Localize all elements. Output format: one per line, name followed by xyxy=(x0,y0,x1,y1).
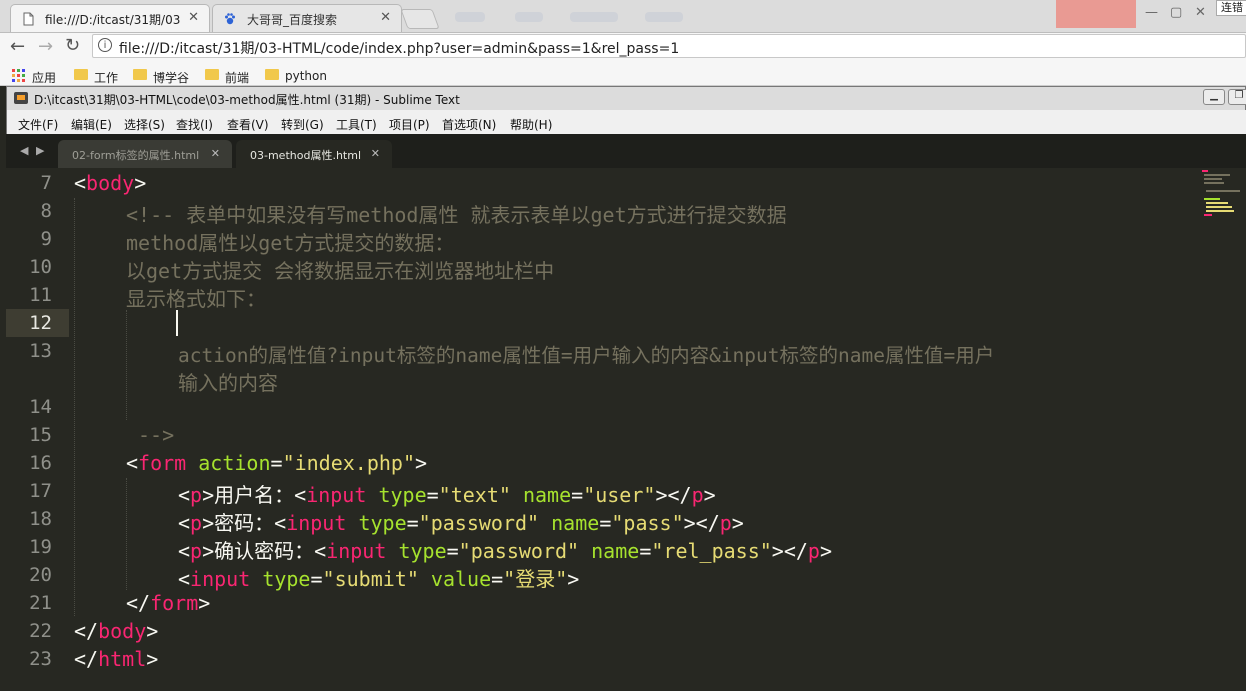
restore-icon[interactable]: ❐ xyxy=(1228,89,1246,105)
code-line-17: <p>用户名：<input type="text" name="user"></… xyxy=(178,483,716,507)
menu-help[interactable]: 帮助(H) xyxy=(510,116,552,133)
bookmarks-bar: 应用 工作 博学谷 前端 python xyxy=(0,63,1246,86)
line-number: 17 xyxy=(29,480,52,502)
bookmark-folder[interactable]: python xyxy=(265,69,327,83)
back-arrow-icon[interactable]: ← xyxy=(10,36,25,57)
code-line-19: <p>确认密码：<input type="password" name="rel… xyxy=(178,539,832,563)
line-number: 15 xyxy=(29,424,52,446)
line-number-current: 12 xyxy=(29,312,52,334)
corner-label: 连错 xyxy=(1216,0,1246,16)
apps-grid-icon xyxy=(12,69,26,83)
window-title: D:\itcast\31期\03-HTML\code\03-method属性.h… xyxy=(34,93,460,107)
menu-project[interactable]: 项目(P) xyxy=(389,116,430,133)
tab-scroll-right-icon[interactable]: ▶ xyxy=(36,144,44,157)
bookmark-folder[interactable]: 工作 xyxy=(74,69,118,85)
menu-selection[interactable]: 选择(S) xyxy=(124,116,165,133)
minimize-icon[interactable]: ▁ xyxy=(1203,89,1225,105)
menu-view[interactable]: 查看(V) xyxy=(227,116,269,133)
menu-tools[interactable]: 工具(T) xyxy=(336,116,377,133)
user-badge[interactable] xyxy=(1056,0,1136,28)
folder-icon xyxy=(265,69,279,80)
code-line-21: </form> xyxy=(126,591,211,615)
line-number: 19 xyxy=(29,536,52,558)
code-line-10: 以get方式提交 会将数据显示在浏览器地址栏中 xyxy=(126,259,555,283)
maximize-icon[interactable]: ▢ xyxy=(1170,5,1182,20)
close-tab-icon[interactable]: ✕ xyxy=(188,10,199,25)
editor-tab-form-attrs[interactable]: 02-form标签的属性.html ✕ xyxy=(58,140,232,168)
editor-tab-method[interactable]: 03-method属性.html ✕ xyxy=(236,140,392,168)
line-number: 8 xyxy=(40,200,52,222)
line-number: 13 xyxy=(29,340,52,362)
line-number: 11 xyxy=(29,284,52,306)
code-line-23: </html> xyxy=(74,647,159,671)
line-number: 10 xyxy=(29,256,52,278)
close-tab-icon[interactable]: ✕ xyxy=(380,10,391,25)
code-line-16: <form action="index.php"> xyxy=(126,451,428,475)
menu-goto[interactable]: 转到(G) xyxy=(281,116,324,133)
forward-arrow-icon[interactable]: → xyxy=(38,36,53,57)
line-number: 22 xyxy=(29,620,52,642)
editor-tab-label: 03-method属性.html xyxy=(250,149,361,162)
blurred-region xyxy=(515,12,543,22)
line-number: 20 xyxy=(29,564,52,586)
folder-icon xyxy=(74,69,88,80)
bookmark-folder[interactable]: 博学谷 xyxy=(133,69,189,85)
code-line-13-wrap: 输入的内容 xyxy=(178,371,278,395)
code-line-9: method属性以get方式提交的数据： xyxy=(126,231,455,255)
indent-guide xyxy=(126,478,127,590)
reload-icon[interactable]: ↻ xyxy=(65,35,80,56)
bookmark-apps[interactable]: 应用 xyxy=(12,69,56,85)
bookmark-folder[interactable]: 前端 xyxy=(205,69,249,85)
line-number: 16 xyxy=(29,452,52,474)
new-tab-button[interactable] xyxy=(400,9,440,29)
code-line-7: <body> xyxy=(74,171,147,195)
blurred-region xyxy=(570,12,618,22)
indent-guide xyxy=(74,198,75,616)
menu-edit[interactable]: 编辑(E) xyxy=(71,116,112,133)
line-number: 7 xyxy=(40,172,52,194)
blurred-region xyxy=(645,12,683,22)
browser-tab-baidu[interactable]: 大哥哥_百度搜索 ✕ xyxy=(212,4,402,32)
code-line-11: 显示格式如下： xyxy=(126,287,266,311)
file-icon xyxy=(23,12,34,26)
menu-file[interactable]: 文件(F) xyxy=(18,116,58,133)
code-line-18: <p>密码：<input type="password" name="pass"… xyxy=(178,511,744,535)
text-cursor xyxy=(176,310,178,336)
editor-tab-label: 02-form标签的属性.html xyxy=(72,149,200,162)
close-tab-icon[interactable]: ✕ xyxy=(371,147,380,160)
code-line-15: --> xyxy=(138,423,175,447)
folder-icon xyxy=(133,69,147,80)
code-line-8: <!-- 表单中如果没有写method属性 就表示表单以get方式进行提交数据 xyxy=(126,203,787,227)
url-text: file:///D:/itcast/31期/03-HTML/code/index… xyxy=(119,41,680,57)
menu-find[interactable]: 查找(I) xyxy=(176,116,213,133)
tab-scroll-left-icon[interactable]: ◀ xyxy=(20,144,28,157)
browser-tab-title: file:///D:/itcast/31期/03 xyxy=(45,13,181,27)
line-number: 9 xyxy=(40,228,52,250)
line-number: 18 xyxy=(29,508,52,530)
info-icon[interactable]: i xyxy=(98,38,112,52)
line-number: 21 xyxy=(29,592,52,614)
browser-tab-file[interactable]: file:///D:/itcast/31期/03 ✕ xyxy=(10,4,210,32)
blurred-region xyxy=(455,12,485,22)
line-number: 23 xyxy=(29,648,52,670)
folder-icon xyxy=(205,69,219,80)
code-line-20: <input type="submit" value="登录"> xyxy=(178,567,580,591)
baidu-paw-icon xyxy=(225,13,235,25)
browser-tab-title: 大哥哥_百度搜索 xyxy=(247,13,338,27)
sublime-logo-icon xyxy=(14,92,28,104)
menu-preferences[interactable]: 首选项(N) xyxy=(442,116,496,133)
line-number: 14 xyxy=(29,396,52,418)
minimap[interactable] xyxy=(1202,168,1246,220)
code-line-22: </body> xyxy=(74,619,159,643)
indent-guide xyxy=(126,310,127,420)
code-line-13: action的属性值?input标签的name属性值=用户输入的内容&input… xyxy=(178,344,995,367)
close-window-icon[interactable]: ✕ xyxy=(1195,5,1206,20)
close-tab-icon[interactable]: ✕ xyxy=(211,147,220,160)
minimize-icon[interactable]: — xyxy=(1145,5,1158,20)
